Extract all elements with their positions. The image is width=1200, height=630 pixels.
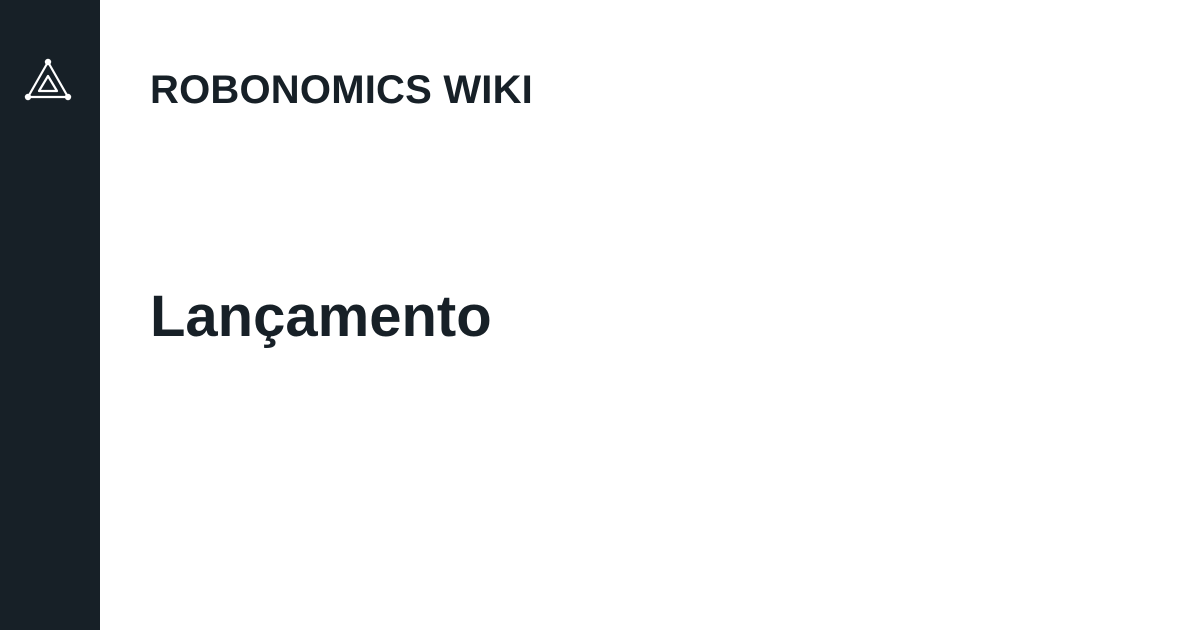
page-title: Lançamento [150, 284, 492, 349]
sidebar [0, 0, 100, 630]
robonomics-logo-icon [22, 56, 74, 104]
site-title: ROBONOMICS WIKI [150, 68, 533, 112]
logo-graphic [24, 58, 72, 101]
